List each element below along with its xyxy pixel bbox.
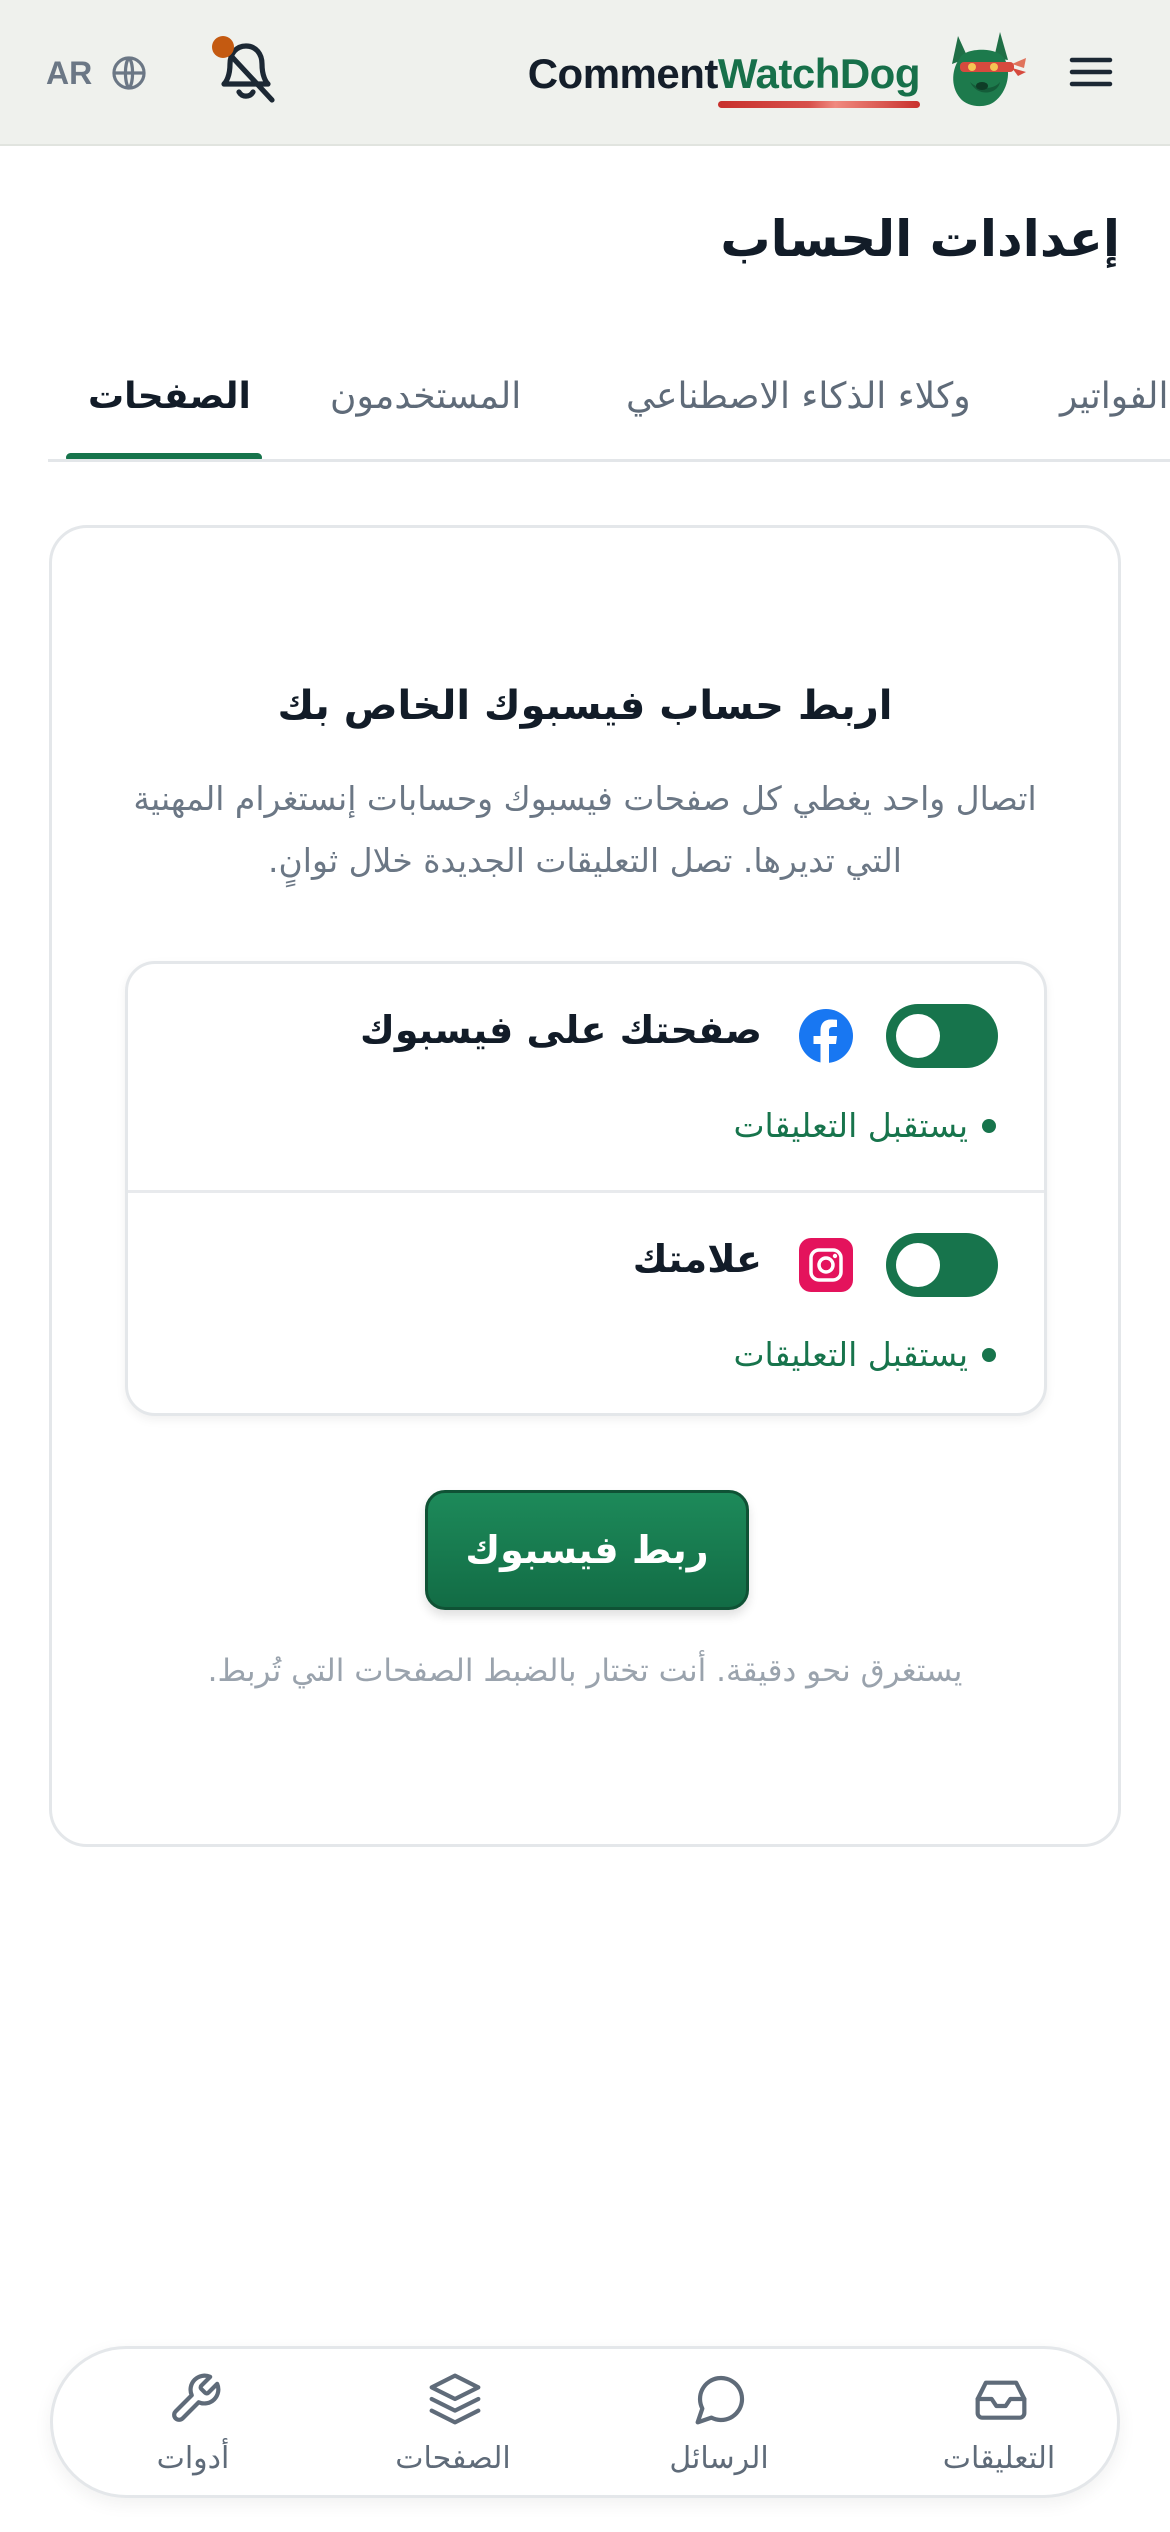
status-text: يستقبل التعليقات: [733, 1335, 968, 1374]
menu-icon[interactable]: [1066, 52, 1116, 92]
connected-accounts-list: صفحتك على فيسبوك يستقبل التعليقات علامتك…: [125, 961, 1047, 1416]
instagram-account-toggle[interactable]: [886, 1233, 998, 1297]
nav-item-comments[interactable]: التعليقات: [899, 2349, 1099, 2501]
active-tab-indicator: [66, 453, 262, 459]
nav-item-tools[interactable]: أدوات: [93, 2349, 293, 2501]
facebook-icon: [799, 1009, 853, 1064]
connect-facebook-button[interactable]: ربط فيسبوك: [425, 1490, 749, 1610]
nav-label: التعليقات: [942, 2441, 1056, 2476]
tab-billing[interactable]: الفواتير: [1060, 376, 1169, 417]
brand-part-comment: Comment: [527, 50, 719, 97]
page-title: إعدادات الحساب: [720, 210, 1120, 268]
connect-facebook-card: اربط حساب فيسبوك الخاص بك اتصال واحد يغط…: [49, 525, 1121, 1847]
tab-ai-agents[interactable]: وكلاء الذكاء الاصطناعي: [626, 376, 971, 417]
status-dot: [982, 1118, 996, 1133]
tab-pages[interactable]: الصفحات: [88, 376, 251, 417]
nav-item-pages[interactable]: الصفحات: [353, 2349, 553, 2501]
account-status: يستقبل التعليقات: [733, 1335, 996, 1374]
account-name: صفحتك على فيسبوك: [360, 1008, 762, 1052]
toggle-knob: [896, 1243, 940, 1287]
facebook-page-toggle[interactable]: [886, 1004, 998, 1068]
settings-tabs: الصفحات المستخدمون وكلاء الذكاء الاصطناع…: [48, 356, 1170, 462]
toggle-knob: [896, 1014, 940, 1058]
bottom-navigation: التعليقات الرسائل الصفحات أدوات: [50, 2346, 1120, 2498]
account-name: علامتك: [632, 1237, 762, 1281]
brand-wordmark[interactable]: Comment WatchDog: [527, 46, 921, 108]
globe-icon: [112, 56, 146, 90]
language-code: AR: [46, 54, 93, 91]
dog-mascot-logo[interactable]: [938, 28, 1028, 114]
account-row-facebook: صفحتك على فيسبوك يستقبل التعليقات: [128, 964, 1044, 1190]
tab-users[interactable]: المستخدمون: [330, 376, 521, 417]
chat-bubble-icon: [695, 2375, 745, 2425]
inbox-icon: [975, 2380, 1027, 2420]
instagram-icon: [799, 1238, 853, 1292]
layers-icon: [429, 2373, 481, 2425]
top-bar: AR Comment WatchDog: [0, 0, 1170, 146]
status-text: يستقبل التعليقات: [733, 1106, 968, 1145]
card-note: يستغرق نحو دقيقة. أنت تختار بالضبط الصفح…: [207, 1653, 963, 1689]
card-description: اتصال واحد يغطي كل صفحات فيسبوك وحسابات …: [133, 779, 1037, 880]
brand-part-watchdog: WatchDog: [717, 50, 921, 108]
nav-label: الرسائل: [669, 2441, 769, 2476]
account-row-instagram: علامتك يستقبل التعليقات: [128, 1190, 1044, 1416]
card-title: اربط حساب فيسبوك الخاص بك: [277, 683, 893, 729]
status-dot: [982, 1347, 996, 1362]
nav-label: الصفحات: [395, 2441, 511, 2476]
nav-item-messages[interactable]: الرسائل: [619, 2349, 819, 2501]
nav-label: أدوات: [156, 2441, 230, 2476]
language-switcher[interactable]: AR: [46, 50, 148, 96]
notification-dot: [212, 36, 234, 58]
account-status: يستقبل التعليقات: [733, 1106, 996, 1145]
wrench-icon: [172, 2373, 221, 2422]
